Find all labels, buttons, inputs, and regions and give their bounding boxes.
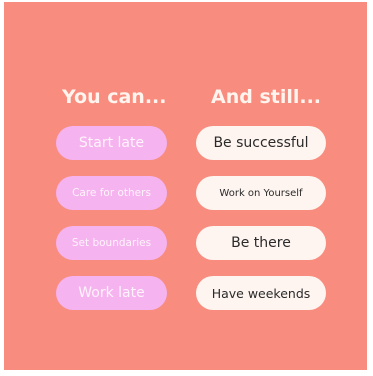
graphic-canvas: You can... And still... Start late Care … (4, 2, 367, 370)
heading-you-can: You can... (62, 86, 167, 108)
pill-care-for-others: Care for others (56, 176, 167, 210)
pill-be-successful: Be successful (196, 126, 326, 160)
pill-work-on-yourself: Work on Yourself (196, 176, 326, 210)
pill-start-late: Start late (56, 126, 167, 160)
pill-be-there: Be there (196, 226, 326, 260)
heading-and-still: And still... (211, 86, 322, 108)
pill-set-boundaries: Set boundaries (56, 226, 167, 260)
pill-have-weekends: Have weekends (196, 276, 326, 310)
pill-work-late: Work late (56, 276, 167, 310)
